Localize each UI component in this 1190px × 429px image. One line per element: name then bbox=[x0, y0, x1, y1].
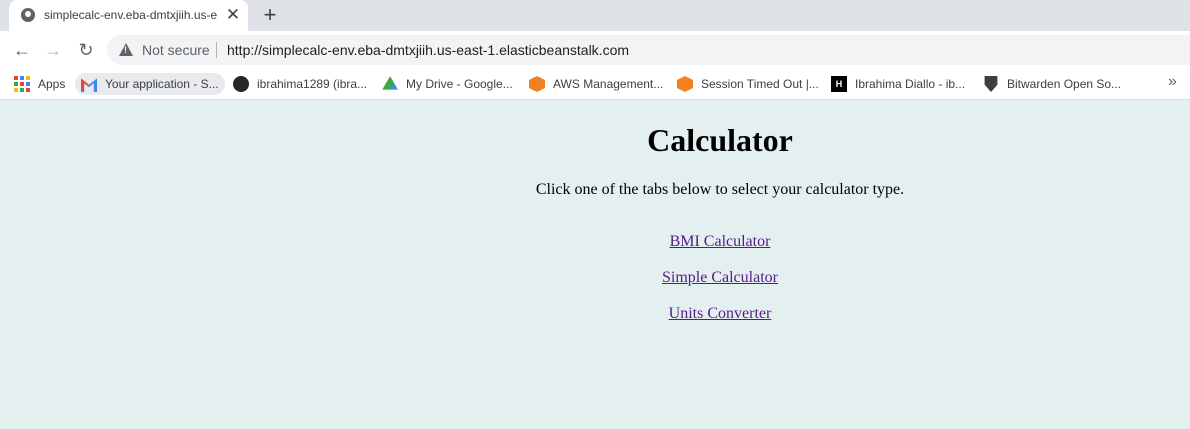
google-drive-icon bbox=[382, 76, 398, 90]
url-text[interactable]: http://simplecalc-env.eba-dmtxjiih.us-ea… bbox=[227, 42, 629, 58]
bookmark-label: Bitwarden Open So... bbox=[1007, 77, 1122, 91]
bookmark-label: Session Timed Out |... bbox=[701, 77, 819, 91]
address-bar[interactable]: Not secure http://simplecalc-env.eba-dmt… bbox=[107, 35, 1190, 65]
close-tab-icon[interactable]: ✕ bbox=[225, 6, 241, 24]
bmi-calculator-link[interactable]: BMI Calculator bbox=[570, 233, 870, 251]
github-icon bbox=[233, 76, 249, 92]
browser-tab[interactable]: simplecalc-env.eba-dmtxjiih.us-e ✕ bbox=[9, 0, 248, 31]
bookmark-aws-management[interactable]: AWS Management... bbox=[529, 73, 663, 95]
bookmark-ibrahima-diallo[interactable]: H Ibrahima Diallo - ib... bbox=[831, 73, 965, 95]
aws-icon bbox=[677, 76, 693, 92]
bookmarks-bar: Apps Your application - S... ibrahima128… bbox=[0, 69, 1190, 100]
warning-icon[interactable] bbox=[119, 43, 133, 56]
globe-icon bbox=[21, 8, 35, 22]
bookmark-label: My Drive - Google... bbox=[406, 77, 513, 91]
reload-icon[interactable]: ↻ bbox=[74, 39, 98, 61]
gmail-icon bbox=[81, 78, 97, 92]
page-title: Calculator bbox=[647, 122, 793, 158]
bookmark-google-drive[interactable]: My Drive - Google... bbox=[382, 73, 513, 95]
bookmark-apps[interactable]: Apps bbox=[14, 73, 65, 95]
units-converter-link[interactable]: Units Converter bbox=[570, 305, 870, 323]
browser-toolbar: ← → ↻ Not secure http://simplecalc-env.e… bbox=[0, 31, 1190, 69]
bookmark-label: AWS Management... bbox=[553, 77, 664, 91]
tab-title: simplecalc-env.eba-dmtxjiih.us-e bbox=[44, 8, 218, 22]
new-tab-icon[interactable]: + bbox=[259, 4, 281, 26]
tab-strip: simplecalc-env.eba-dmtxjiih.us-e ✕ + bbox=[0, 0, 1190, 31]
simple-calculator-link[interactable]: Simple Calculator bbox=[570, 269, 870, 287]
omnibox-divider bbox=[216, 42, 217, 58]
bookmark-github[interactable]: ibrahima1289 (ibra... bbox=[233, 73, 367, 95]
bookmark-label: Apps bbox=[38, 77, 66, 91]
bookmark-label: Your application - S... bbox=[105, 77, 219, 91]
bookmark-bitwarden[interactable]: Bitwarden Open So... bbox=[983, 73, 1121, 95]
security-status[interactable]: Not secure bbox=[142, 42, 210, 58]
forward-arrow-icon[interactable]: → bbox=[41, 39, 65, 61]
bookmark-gmail[interactable]: Your application - S... bbox=[75, 73, 225, 95]
intro-text: Click one of the tabs below to select yo… bbox=[535, 181, 905, 198]
apps-icon bbox=[14, 76, 30, 92]
bookmark-label: Ibrahima Diallo - ib... bbox=[855, 77, 966, 91]
aws-icon bbox=[529, 76, 545, 92]
hashnode-icon: H bbox=[831, 76, 847, 92]
bookmark-label: ibrahima1289 (ibra... bbox=[257, 77, 368, 91]
page-content: Calculator Click one of the tabs below t… bbox=[0, 100, 1190, 429]
more-bookmarks-chevron-icon[interactable]: » bbox=[1168, 73, 1177, 91]
bookmark-session-timed-out[interactable]: Session Timed Out |... bbox=[677, 73, 819, 95]
back-arrow-icon[interactable]: ← bbox=[10, 39, 34, 61]
bitwarden-icon bbox=[984, 76, 998, 92]
